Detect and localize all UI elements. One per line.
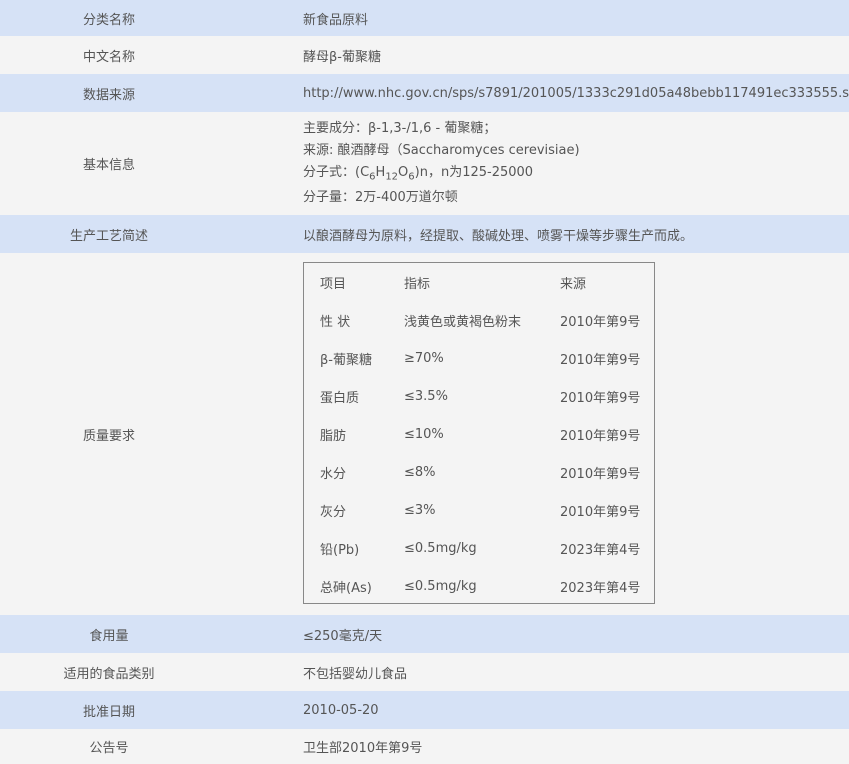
row-label: 中文名称 [82,49,135,65]
row-label: 食用量 [89,628,129,644]
row-value: 以酿酒酵母为原料，经提取、酸碱处理、喷雾干燥等步骤生产而成。 [303,228,694,244]
quality-row: 脂肪 ≤10% 2010年第9号 [320,426,641,444]
row-label: 批准日期 [82,704,135,720]
quality-row: β-葡聚糖 ≥70% 2010年第9号 [320,350,641,368]
row-label: 数据来源 [82,87,135,103]
row-source: 数据来源 http://www.nhc.gov.cn/sps/s7891/201… [0,74,849,112]
row-value: 卫生部2010年第9号 [303,741,423,756]
row-label: 适用的食品类别 [63,666,155,682]
quality-row: 灰分 ≤3% 2010年第9号 [320,502,641,520]
row-label: 质量要求 [82,428,135,444]
row-value: 2010-05-20 [303,702,379,718]
quality-table: 项目 指标 来源 性 状 浅黄色或黄褐色粉末 2010年第9号 β-葡聚糖 ≥7… [303,262,655,604]
source-line: 来源: 酿酒酵母（Saccharomyces cerevisiae) [303,143,580,158]
quality-header-row: 项目 指标 来源 [304,263,654,301]
header-item: 项目 [320,276,347,292]
info-table: 分类名称 新食品原料 中文名称 酵母β-葡聚糖 数据来源 http://www.… [0,0,849,764]
row-label: 生产工艺简述 [69,228,148,244]
row-value: 不包括婴幼儿食品 [303,666,408,682]
row-process: 生产工艺简述 以酿酒酵母为原料，经提取、酸碱处理、喷雾干燥等步骤生产而成。 [0,215,849,253]
row-label: 公告号 [89,741,129,756]
molecular-weight-line: 分子量：2万-400万道尔顿 [303,190,458,205]
row-basic-info: 基本信息 主要成分：β-1,3-/1,6 - 葡聚糖； 来源: 酿酒酵母（Sac… [0,112,849,215]
row-value: 酵母β-葡聚糖 [303,49,381,65]
row-approval-date: 批准日期 2010-05-20 [0,691,849,729]
quality-row: 铅(Pb) ≤0.5mg/kg 2023年第4号 [320,540,641,558]
row-quality: 质量要求 项目 指标 来源 性 状 浅黄色或黄褐色粉末 2010年第9号 β-葡… [0,253,849,615]
formula-line: 分子式：(C6H12O6)n，n为125-25000 [303,165,534,183]
quality-row: 蛋白质 ≤3.5% 2010年第9号 [320,388,641,406]
row-value: ≤250毫克/天 [303,628,383,644]
row-dosage: 食用量 ≤250毫克/天 [0,615,849,653]
main-component-line: 主要成分：β-1,3-/1,6 - 葡聚糖； [303,121,497,136]
quality-row: 总砷(As) ≤0.5mg/kg 2023年第4号 [320,578,641,596]
row-category: 分类名称 新食品原料 [0,0,849,36]
row-label: 分类名称 [82,12,135,28]
quality-row: 性 状 浅黄色或黄褐色粉末 2010年第9号 [320,314,641,330]
row-food-category: 适用的食品类别 不包括婴幼儿食品 [0,653,849,691]
row-label: 基本信息 [82,158,135,173]
basic-info-lines: 主要成分：β-1,3-/1,6 - 葡聚糖； 来源: 酿酒酵母（Saccharo… [303,118,580,209]
source-url[interactable]: http://www.nhc.gov.cn/sps/s7891/201005/1… [218,74,849,112]
quality-row: 水分 ≤8% 2010年第9号 [320,464,641,482]
header-source: 来源 [560,276,587,292]
header-spec: 指标 [404,276,431,292]
row-announcement: 公告号 卫生部2010年第9号 [0,729,849,764]
row-chinese-name: 中文名称 酵母β-葡聚糖 [0,36,849,74]
row-value: 新食品原料 [303,12,369,28]
